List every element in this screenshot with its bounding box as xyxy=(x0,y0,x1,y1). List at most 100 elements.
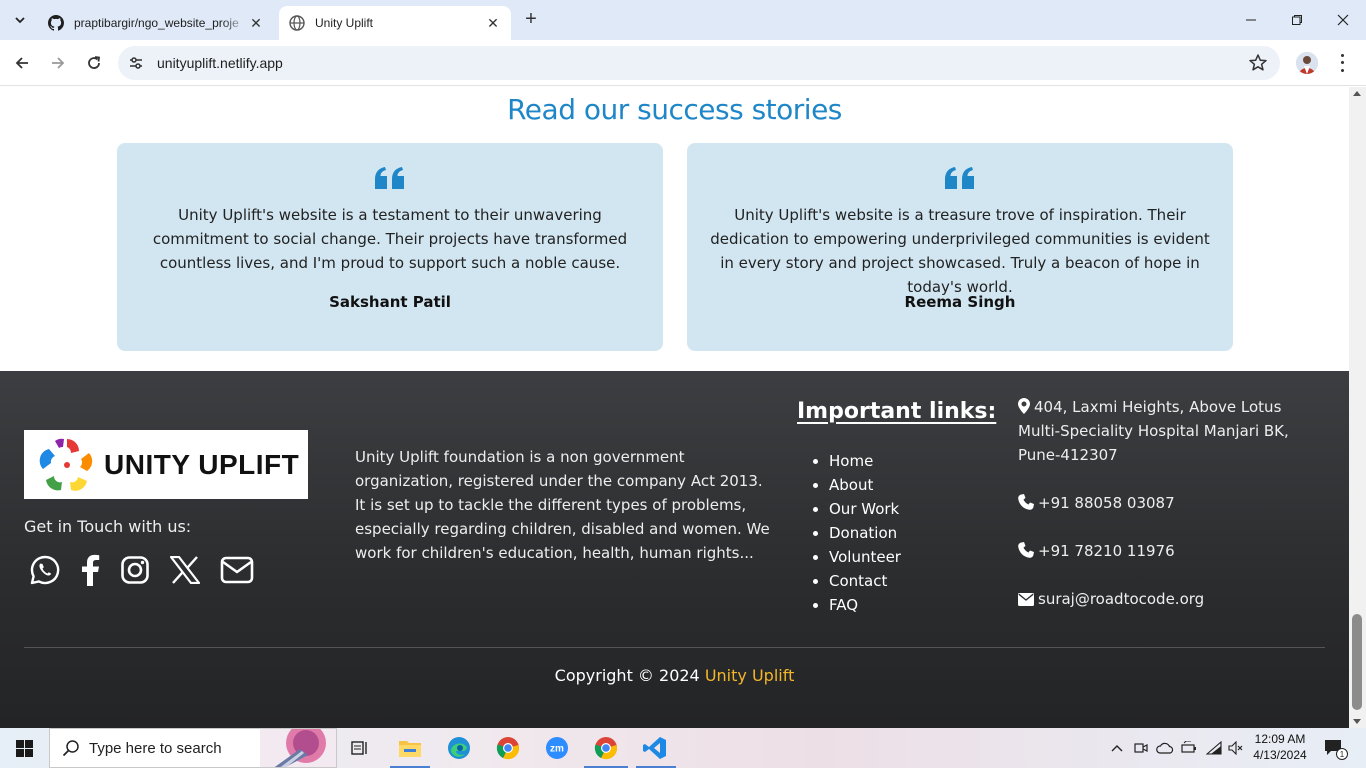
battery-icon xyxy=(1181,741,1196,753)
chrome-active-button[interactable] xyxy=(592,734,620,762)
quote-icon xyxy=(375,167,404,189)
start-button[interactable] xyxy=(0,728,48,768)
avatar-icon xyxy=(1296,52,1318,74)
windows-logo-icon xyxy=(15,739,33,757)
tab-search-dropdown[interactable] xyxy=(6,8,34,32)
show-hidden-icons-button[interactable] xyxy=(1108,728,1126,768)
x-icon xyxy=(170,556,200,584)
profile-avatar[interactable] xyxy=(1296,52,1318,74)
file-explorer-button[interactable] xyxy=(396,734,424,762)
taskbar-search[interactable]: Type here to search xyxy=(49,728,337,768)
bookmark-star-icon[interactable] xyxy=(1248,53,1268,73)
tab-title: Unity Uplift xyxy=(315,16,374,30)
whatsapp-icon xyxy=(30,555,60,585)
windows-taskbar: Type here to search zm 12:09 AM 4/13/202… xyxy=(0,728,1366,768)
close-tab-icon[interactable]: ✕ xyxy=(485,15,501,31)
forward-button[interactable] xyxy=(44,49,72,77)
contact-email[interactable]: suraj@roadtocode.org xyxy=(1018,587,1328,611)
wifi-tray[interactable] xyxy=(1204,728,1224,768)
back-button[interactable] xyxy=(8,49,36,77)
onedrive-tray[interactable] xyxy=(1155,728,1175,768)
footer-link-about[interactable]: About xyxy=(829,473,901,497)
tab-unity-uplift[interactable]: Unity Uplift ✕ xyxy=(279,6,511,40)
footer-divider xyxy=(24,647,1325,648)
edge-button[interactable] xyxy=(445,734,473,762)
story-text: Unity Uplift's website is a treasure tro… xyxy=(710,206,1210,296)
x-twitter-link[interactable] xyxy=(168,553,202,587)
footer-link-donation[interactable]: Donation xyxy=(829,521,901,545)
edge-icon xyxy=(448,737,470,759)
whatsapp-link[interactable] xyxy=(28,553,62,587)
scroll-down-arrow-icon[interactable] xyxy=(1353,719,1361,724)
url-text[interactable]: unityuplift.netlify.app xyxy=(157,55,283,71)
reload-button[interactable] xyxy=(80,49,108,77)
contact-phone-1[interactable]: +91 88058 03087 xyxy=(1018,491,1328,515)
battery-tray[interactable] xyxy=(1180,728,1198,768)
footer-link-our-work[interactable]: Our Work xyxy=(829,497,901,521)
search-placeholder: Type here to search xyxy=(89,739,222,757)
footer-link-volunteer[interactable]: Volunteer xyxy=(829,545,901,569)
tune-icon xyxy=(130,57,142,69)
contact-phone-2[interactable]: +91 78210 11976 xyxy=(1018,539,1328,563)
notification-count: 1 xyxy=(1340,750,1345,759)
globe-icon xyxy=(289,15,305,31)
site-info-button[interactable] xyxy=(126,53,146,73)
footer-link-faq[interactable]: FAQ xyxy=(829,593,901,617)
address-text: 404, Laxmi Heights, Above Lotus Multi-Sp… xyxy=(1018,398,1289,464)
vscode-icon xyxy=(643,737,666,759)
notification-center-button[interactable]: 1 xyxy=(1320,728,1350,768)
phone-icon xyxy=(1018,494,1034,510)
minimize-button[interactable] xyxy=(1228,0,1274,40)
chrome-button[interactable] xyxy=(494,734,522,762)
browser-toolbar: unityuplift.netlify.app xyxy=(0,40,1366,86)
phone-text: +91 78210 11976 xyxy=(1038,542,1175,560)
browser-menu-button[interactable] xyxy=(1334,52,1350,74)
unity-uplift-logo-icon xyxy=(39,438,93,491)
taskbar-clock[interactable]: 12:09 AM 4/13/2024 xyxy=(1250,731,1310,763)
tab-github[interactable]: praptibargir/ngo_website_proje ✕ xyxy=(38,6,274,40)
scroll-up-arrow-icon[interactable] xyxy=(1353,91,1361,96)
clock-date: 4/13/2024 xyxy=(1253,748,1307,762)
footer-logo[interactable]: UNITY UPLIFT xyxy=(24,430,308,499)
email-text: suraj@roadtocode.org xyxy=(1038,590,1205,608)
footer-link-contact[interactable]: Contact xyxy=(829,569,901,593)
notification-icon: 1 xyxy=(1325,740,1348,760)
meet-now-tray[interactable] xyxy=(1132,728,1150,768)
new-tab-button[interactable]: + xyxy=(520,9,542,31)
story-author: Reema Singh xyxy=(904,293,1016,311)
vscode-button[interactable] xyxy=(641,734,669,762)
close-window-button[interactable] xyxy=(1320,0,1366,40)
map-pin-icon xyxy=(1018,398,1030,414)
facebook-link[interactable] xyxy=(73,553,107,587)
story-card: Unity Uplift's website is a treasure tro… xyxy=(687,143,1233,351)
copyright-brand-link[interactable]: Unity Uplift xyxy=(705,666,795,685)
cloud-icon xyxy=(1156,742,1174,754)
clock-time: 12:09 AM xyxy=(1254,732,1306,746)
volume-tray[interactable] xyxy=(1227,728,1245,768)
story-author: Sakshant Patil xyxy=(329,293,451,311)
scrollbar-thumb[interactable] xyxy=(1352,614,1362,710)
page-viewport: Read our success stories Unity Uplift's … xyxy=(0,87,1349,728)
get-in-touch-label: Get in Touch with us: xyxy=(24,517,192,536)
important-links-list: Home About Our Work Donation Volunteer C… xyxy=(811,449,901,617)
zoom-icon: zm xyxy=(546,737,568,759)
instagram-icon xyxy=(121,556,149,584)
address-bar[interactable]: unityuplift.netlify.app xyxy=(118,46,1280,80)
page-scrollbar[interactable] xyxy=(1349,87,1366,728)
restore-button[interactable] xyxy=(1274,0,1320,40)
copyright-prefix: Copyright © 2024 xyxy=(554,666,700,685)
footer-link-home[interactable]: Home xyxy=(829,449,901,473)
task-view-icon xyxy=(351,741,367,755)
close-tab-icon[interactable]: ✕ xyxy=(248,15,264,31)
task-view-button[interactable] xyxy=(346,734,374,762)
important-links-heading: Important links: xyxy=(797,399,997,424)
email-link[interactable] xyxy=(220,553,254,587)
close-icon xyxy=(1337,14,1349,26)
arrow-left-icon xyxy=(15,57,28,69)
story-text: Unity Uplift's website is a testament to… xyxy=(152,206,628,272)
instagram-link[interactable] xyxy=(118,553,152,587)
chrome-icon xyxy=(496,737,519,760)
volume-muted-icon xyxy=(1228,741,1243,755)
zoom-button[interactable]: zm xyxy=(543,734,571,762)
minimize-icon xyxy=(1246,19,1256,21)
